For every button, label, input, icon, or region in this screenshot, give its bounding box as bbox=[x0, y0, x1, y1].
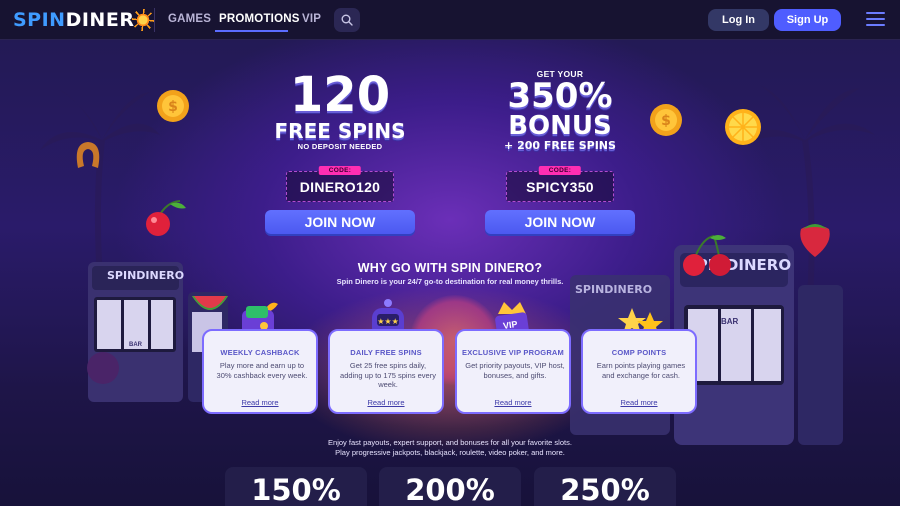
reel-bar-label-left: BAR bbox=[129, 342, 142, 348]
bottom-description: Enjoy fast payouts, expert support, and … bbox=[0, 438, 900, 458]
logo-text-dinero: DINER bbox=[65, 9, 135, 31]
svg-text:★★★: ★★★ bbox=[377, 317, 399, 326]
nav-link-vip[interactable]: VIP bbox=[302, 13, 321, 25]
login-button[interactable]: Log In bbox=[708, 9, 769, 31]
hamburger-menu-icon[interactable] bbox=[866, 12, 885, 28]
nav-link-games[interactable]: GAMES bbox=[168, 13, 211, 25]
palm-tree-left-icon bbox=[40, 90, 160, 280]
feature-card-comp-points: COMP POINTS Earn points playing games an… bbox=[581, 329, 697, 414]
promo-right-amount: 350% bbox=[507, 76, 613, 116]
read-more-link[interactable]: Read more bbox=[330, 398, 442, 407]
promo-left-code-label: CODE: bbox=[318, 166, 362, 175]
bottom-line-2: Play progressive jackpots, blackjack, ro… bbox=[335, 448, 565, 457]
nav-divider bbox=[154, 8, 155, 32]
reel-bar-label-right: BAR bbox=[721, 317, 739, 326]
promo-left-amount: 120 bbox=[289, 67, 391, 123]
join-now-button-right[interactable]: JOIN NOW bbox=[485, 210, 635, 234]
read-more-link[interactable]: Read more bbox=[204, 398, 316, 407]
percent-card-150[interactable]: 150% bbox=[225, 467, 367, 506]
feature-card-description: Get 25 free spins daily, adding up to 17… bbox=[340, 361, 436, 389]
promo-bonus: GET YOUR 350% BONUS + 200 FREE SPINS bbox=[485, 69, 635, 153]
feature-card-description: Play more and earn up to 30% cashback ev… bbox=[216, 361, 308, 380]
top-navbar: SPIN DINER GAMES PROMOTIONS VIP Log In Si… bbox=[0, 0, 900, 40]
feature-card-description: Earn points playing games and exchange f… bbox=[596, 361, 686, 380]
lemon-icon bbox=[725, 109, 761, 145]
feature-card-title: COMP POINTS bbox=[611, 348, 667, 357]
feature-card-vip: EXCLUSIVE VIP PROGRAM Get priority payou… bbox=[455, 329, 571, 414]
logo-text-spin: SPIN bbox=[13, 9, 66, 31]
cherry-icon bbox=[146, 200, 186, 236]
watermelon-icon bbox=[192, 296, 228, 310]
coin-icon: $ bbox=[157, 90, 189, 122]
feature-card-title: DAILY FREE SPINS bbox=[350, 348, 422, 357]
feature-card-free-spins: DAILY FREE SPINS Get 25 free spins daily… bbox=[328, 329, 444, 414]
horseshoe-icon bbox=[76, 142, 100, 168]
feature-card-title: WEEKLY CASHBACK bbox=[220, 348, 300, 357]
plum-icon bbox=[87, 352, 119, 384]
search-icon bbox=[341, 14, 353, 26]
svg-text:$: $ bbox=[661, 113, 671, 129]
svg-text:$: $ bbox=[168, 99, 178, 115]
coin-icon-right: $ bbox=[650, 104, 682, 136]
nav-link-promotions[interactable]: PROMOTIONS bbox=[219, 13, 300, 25]
promo-right-code: SPICY350 bbox=[526, 178, 594, 195]
promo-right-code-label: CODE: bbox=[538, 166, 582, 175]
percent-card-250[interactable]: 250% bbox=[534, 467, 676, 506]
promo-right-code-box[interactable]: CODE: SPICY350 bbox=[506, 166, 614, 202]
read-more-link[interactable]: Read more bbox=[457, 398, 569, 407]
why-section-subtitle: Spin Dinero is your 24/7 go-to destinati… bbox=[336, 277, 564, 286]
promo-free-spins: 120 FREE SPINS NO DEPOSIT NEEDED bbox=[265, 70, 415, 151]
feature-card-title: EXCLUSIVE VIP PROGRAM bbox=[462, 348, 564, 357]
strawberry-icon bbox=[800, 224, 830, 257]
bottom-line-1: Enjoy fast payouts, expert support, and … bbox=[328, 438, 572, 447]
promo-right-headline: BONUS bbox=[508, 111, 612, 141]
brand-logo[interactable]: SPIN DINER bbox=[13, 9, 155, 31]
promo-left-sub: NO DEPOSIT NEEDED bbox=[297, 142, 383, 151]
why-section-title: WHY GO WITH SPIN DINERO? bbox=[357, 261, 543, 275]
signup-button[interactable]: Sign Up bbox=[774, 9, 841, 31]
promo-left-code-box[interactable]: CODE: DINERO120 bbox=[286, 166, 394, 202]
promo-left-headline: FREE SPINS bbox=[274, 119, 406, 143]
feature-card-description: Get priority payouts, VIP host, bonuses,… bbox=[465, 361, 565, 380]
promo-right-sub: + 200 FREE SPINS bbox=[504, 139, 616, 152]
sun-logo-icon bbox=[132, 9, 155, 31]
promo-left-code: DINERO120 bbox=[299, 178, 381, 195]
join-now-button-left[interactable]: JOIN NOW bbox=[265, 210, 415, 234]
feature-card-cashback: WEEKLY CASHBACK Play more and earn up to… bbox=[202, 329, 318, 414]
read-more-link[interactable]: Read more bbox=[583, 398, 695, 407]
active-nav-underline bbox=[215, 30, 288, 32]
percent-card-200[interactable]: 200% bbox=[379, 467, 521, 506]
search-button[interactable] bbox=[334, 8, 360, 32]
